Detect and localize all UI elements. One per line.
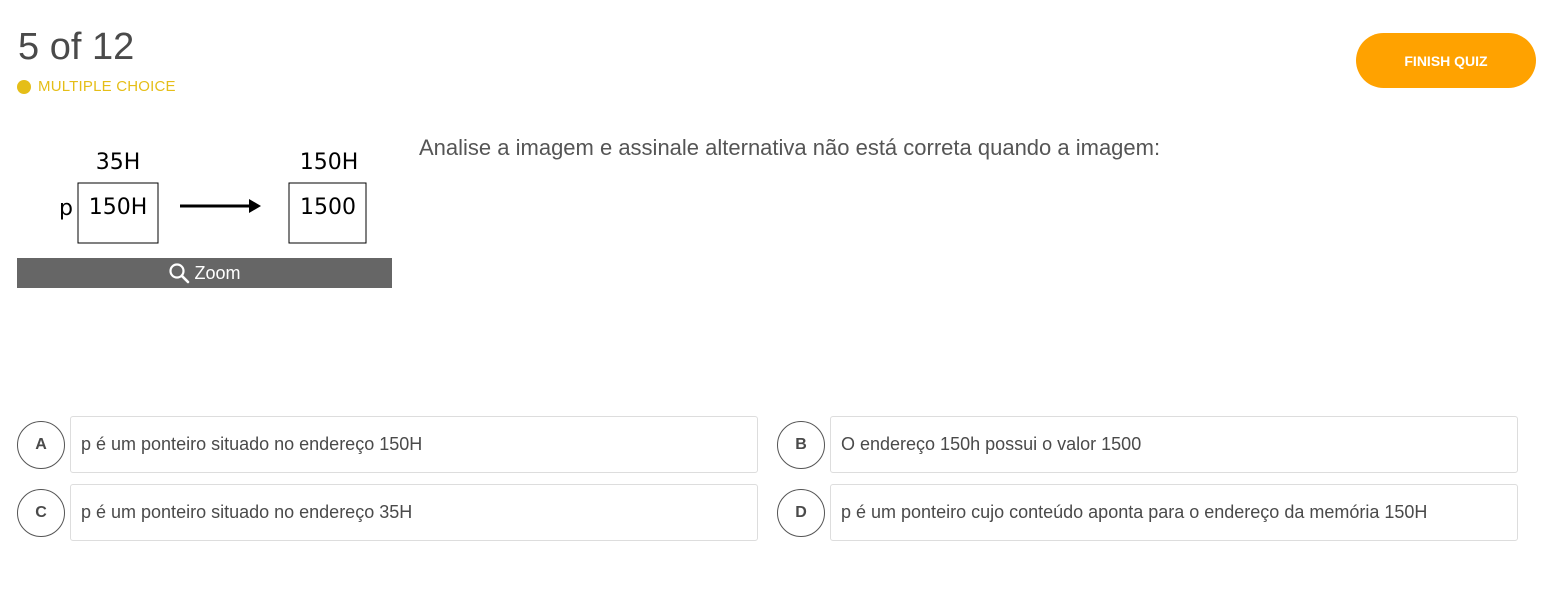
pointer-name-label: p [59,196,73,221]
pointer-diagram: 35H 150H p 150H 1500 [59,150,367,244]
address-label-right: 150H [300,150,359,175]
memory-cell-left-value: 150H [89,195,148,220]
option-text-a[interactable]: p é um ponteiro situado no endereço 150H [70,416,758,473]
question-image[interactable]: 35H 150H p 150H 1500 Zoom [17,130,392,288]
zoom-label: Zoom [194,262,241,283]
zoom-button[interactable]: Zoom [17,258,392,288]
question-type-badge: MULTIPLE CHOICE [17,78,176,95]
finish-quiz-button[interactable]: FINISH QUIZ [1356,33,1536,88]
option-letter-a[interactable]: A [17,420,65,469]
question-progress: 5 of 12 [18,26,135,68]
option-text-d[interactable]: p é um ponteiro cujo conteúdo aponta par… [830,484,1518,541]
option-text-b[interactable]: O endereço 150h possui o valor 1500 [830,416,1518,473]
question-text: Analise a imagem e assinale alternativa … [419,135,1161,160]
option-a[interactable]: A p é um ponteiro situado no endereço 15… [17,416,758,473]
option-letter-c[interactable]: C [17,488,65,537]
arrow-head-icon [249,199,261,213]
address-label-left: 35H [96,150,141,175]
question-type-label: MULTIPLE CHOICE [38,78,176,95]
option-d[interactable]: D p é um ponteiro cujo conteúdo aponta p… [777,484,1518,541]
status-dot-icon [17,79,31,94]
option-text-c[interactable]: p é um ponteiro situado no endereço 35H [70,484,758,541]
memory-cell-right-value: 1500 [300,195,356,220]
magnifier-icon [169,263,190,284]
option-letter-b[interactable]: B [777,420,825,469]
option-b[interactable]: B O endereço 150h possui o valor 1500 [777,416,1518,473]
option-c[interactable]: C p é um ponteiro situado no endereço 35… [17,484,758,541]
option-letter-d[interactable]: D [777,488,825,537]
